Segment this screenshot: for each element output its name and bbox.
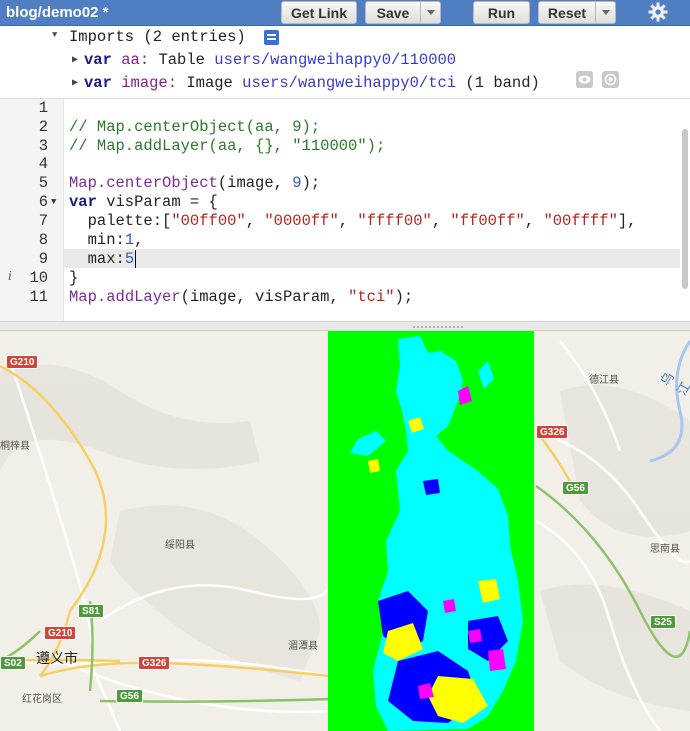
eye-icon[interactable] bbox=[576, 71, 593, 88]
highway-shield: G326 bbox=[138, 656, 171, 670]
place-label: 桐梓县 bbox=[0, 441, 30, 452]
text-cursor bbox=[135, 250, 137, 268]
place-label: 德江县 bbox=[589, 375, 619, 386]
map-view[interactable]: G210 G326 G56 S81 G210 G326 S02 G56 S25 … bbox=[0, 331, 690, 731]
script-title: blog/demo02 * bbox=[6, 4, 109, 21]
line-number: 2 bbox=[38, 118, 48, 136]
code-line-3: // Map.addLayer(aa, {}, "110000"); bbox=[69, 137, 386, 155]
code-line-10: } bbox=[69, 269, 79, 287]
save-button[interactable]: Save bbox=[365, 1, 421, 24]
highway-shield: G56 bbox=[116, 689, 143, 703]
code-line-2: // Map.centerObject(aa, 9); bbox=[69, 118, 321, 136]
import-keyword: var bbox=[84, 51, 112, 69]
import-type: Table bbox=[158, 51, 205, 69]
line-number: 6 bbox=[38, 193, 48, 211]
code-editor[interactable]: 1 2 3 4 5 6 ▼ 7 8 9 i 10 11 // Map.cente… bbox=[0, 99, 690, 321]
code-line-7: palette:["00ff00", "0000ff", "ffff00", "… bbox=[69, 212, 637, 230]
highway-shield: G326 bbox=[536, 425, 569, 439]
code-line-9: max:5 bbox=[69, 250, 137, 268]
gear-icon bbox=[648, 2, 668, 22]
import-entry-image[interactable]: var image: Image users/wangweihappy0/tci… bbox=[84, 74, 540, 92]
imports-header[interactable]: Imports (2 entries) bbox=[69, 28, 246, 46]
expand-icon[interactable]: ▶ bbox=[72, 77, 78, 89]
code-line-5: Map.centerObject(image, 9); bbox=[69, 174, 321, 192]
line-number: 5 bbox=[38, 174, 48, 192]
editor-scrollbar[interactable] bbox=[682, 129, 688, 289]
save-dropdown-button[interactable] bbox=[420, 1, 441, 24]
current-line-highlight bbox=[64, 249, 680, 268]
line-number: 10 bbox=[29, 269, 48, 287]
grip-icon bbox=[412, 325, 464, 329]
highway-shield: G210 bbox=[44, 626, 77, 640]
highway-shield: G56 bbox=[562, 481, 589, 495]
highway-shield: S02 bbox=[0, 656, 26, 670]
target-icon[interactable] bbox=[602, 71, 619, 88]
import-path-link[interactable]: users/wangweihappy0/tci bbox=[242, 74, 456, 92]
line-number: 9 bbox=[38, 250, 48, 268]
code-line-11: Map.addLayer(image, visParam, "tci"); bbox=[69, 288, 414, 306]
line-number: 3 bbox=[38, 137, 48, 155]
line-number: 11 bbox=[29, 288, 48, 306]
import-band-count: (1 band) bbox=[465, 74, 540, 92]
collapse-icon[interactable]: ▼ bbox=[52, 30, 57, 40]
line-number: 4 bbox=[38, 155, 48, 173]
highway-shield: G210 bbox=[6, 355, 39, 369]
import-type: Image bbox=[186, 74, 233, 92]
place-label: 绥阳县 bbox=[165, 540, 195, 551]
place-label: 湄潭县 bbox=[288, 641, 318, 652]
get-link-button[interactable]: Get Link bbox=[281, 1, 357, 24]
panel-splitter[interactable] bbox=[0, 321, 690, 331]
line-number: 7 bbox=[38, 212, 48, 230]
import-name: aa: bbox=[121, 51, 150, 69]
import-name: image: bbox=[121, 74, 178, 92]
run-button[interactable]: Run bbox=[473, 1, 530, 24]
import-keyword: var bbox=[84, 74, 112, 92]
chevron-down-icon bbox=[601, 10, 610, 15]
expand-icon[interactable]: ▶ bbox=[72, 54, 78, 66]
reset-button[interactable]: Reset bbox=[538, 1, 596, 24]
highway-shield: S81 bbox=[78, 604, 104, 618]
place-label: 红花岗区 bbox=[22, 694, 62, 705]
chevron-down-icon bbox=[426, 10, 435, 15]
import-entry-aa[interactable]: var aa: Table users/wangweihappy0/110000 bbox=[84, 51, 456, 69]
import-path-link[interactable]: users/wangweihappy0/110000 bbox=[214, 51, 456, 69]
imports-panel: ▼ Imports (2 entries) ▶ var aa: Table us… bbox=[0, 27, 690, 99]
show-script-icon[interactable] bbox=[264, 30, 279, 45]
toolbar: blog/demo02 * Get Link Save Run Reset bbox=[0, 0, 690, 26]
line-number: 1 bbox=[38, 99, 48, 117]
reset-dropdown-button[interactable] bbox=[595, 1, 616, 24]
fold-icon[interactable]: ▼ bbox=[51, 197, 56, 207]
line-number: 8 bbox=[38, 231, 48, 249]
code-line-6: var visParam = { bbox=[69, 193, 218, 211]
highway-shield: S25 bbox=[650, 615, 676, 629]
tci-image-layer bbox=[328, 331, 534, 731]
city-label: 遵义市 bbox=[36, 651, 78, 667]
code-line-8: min:1, bbox=[69, 231, 144, 249]
place-label: 思南县 bbox=[650, 544, 680, 555]
settings-button[interactable] bbox=[644, 0, 672, 24]
